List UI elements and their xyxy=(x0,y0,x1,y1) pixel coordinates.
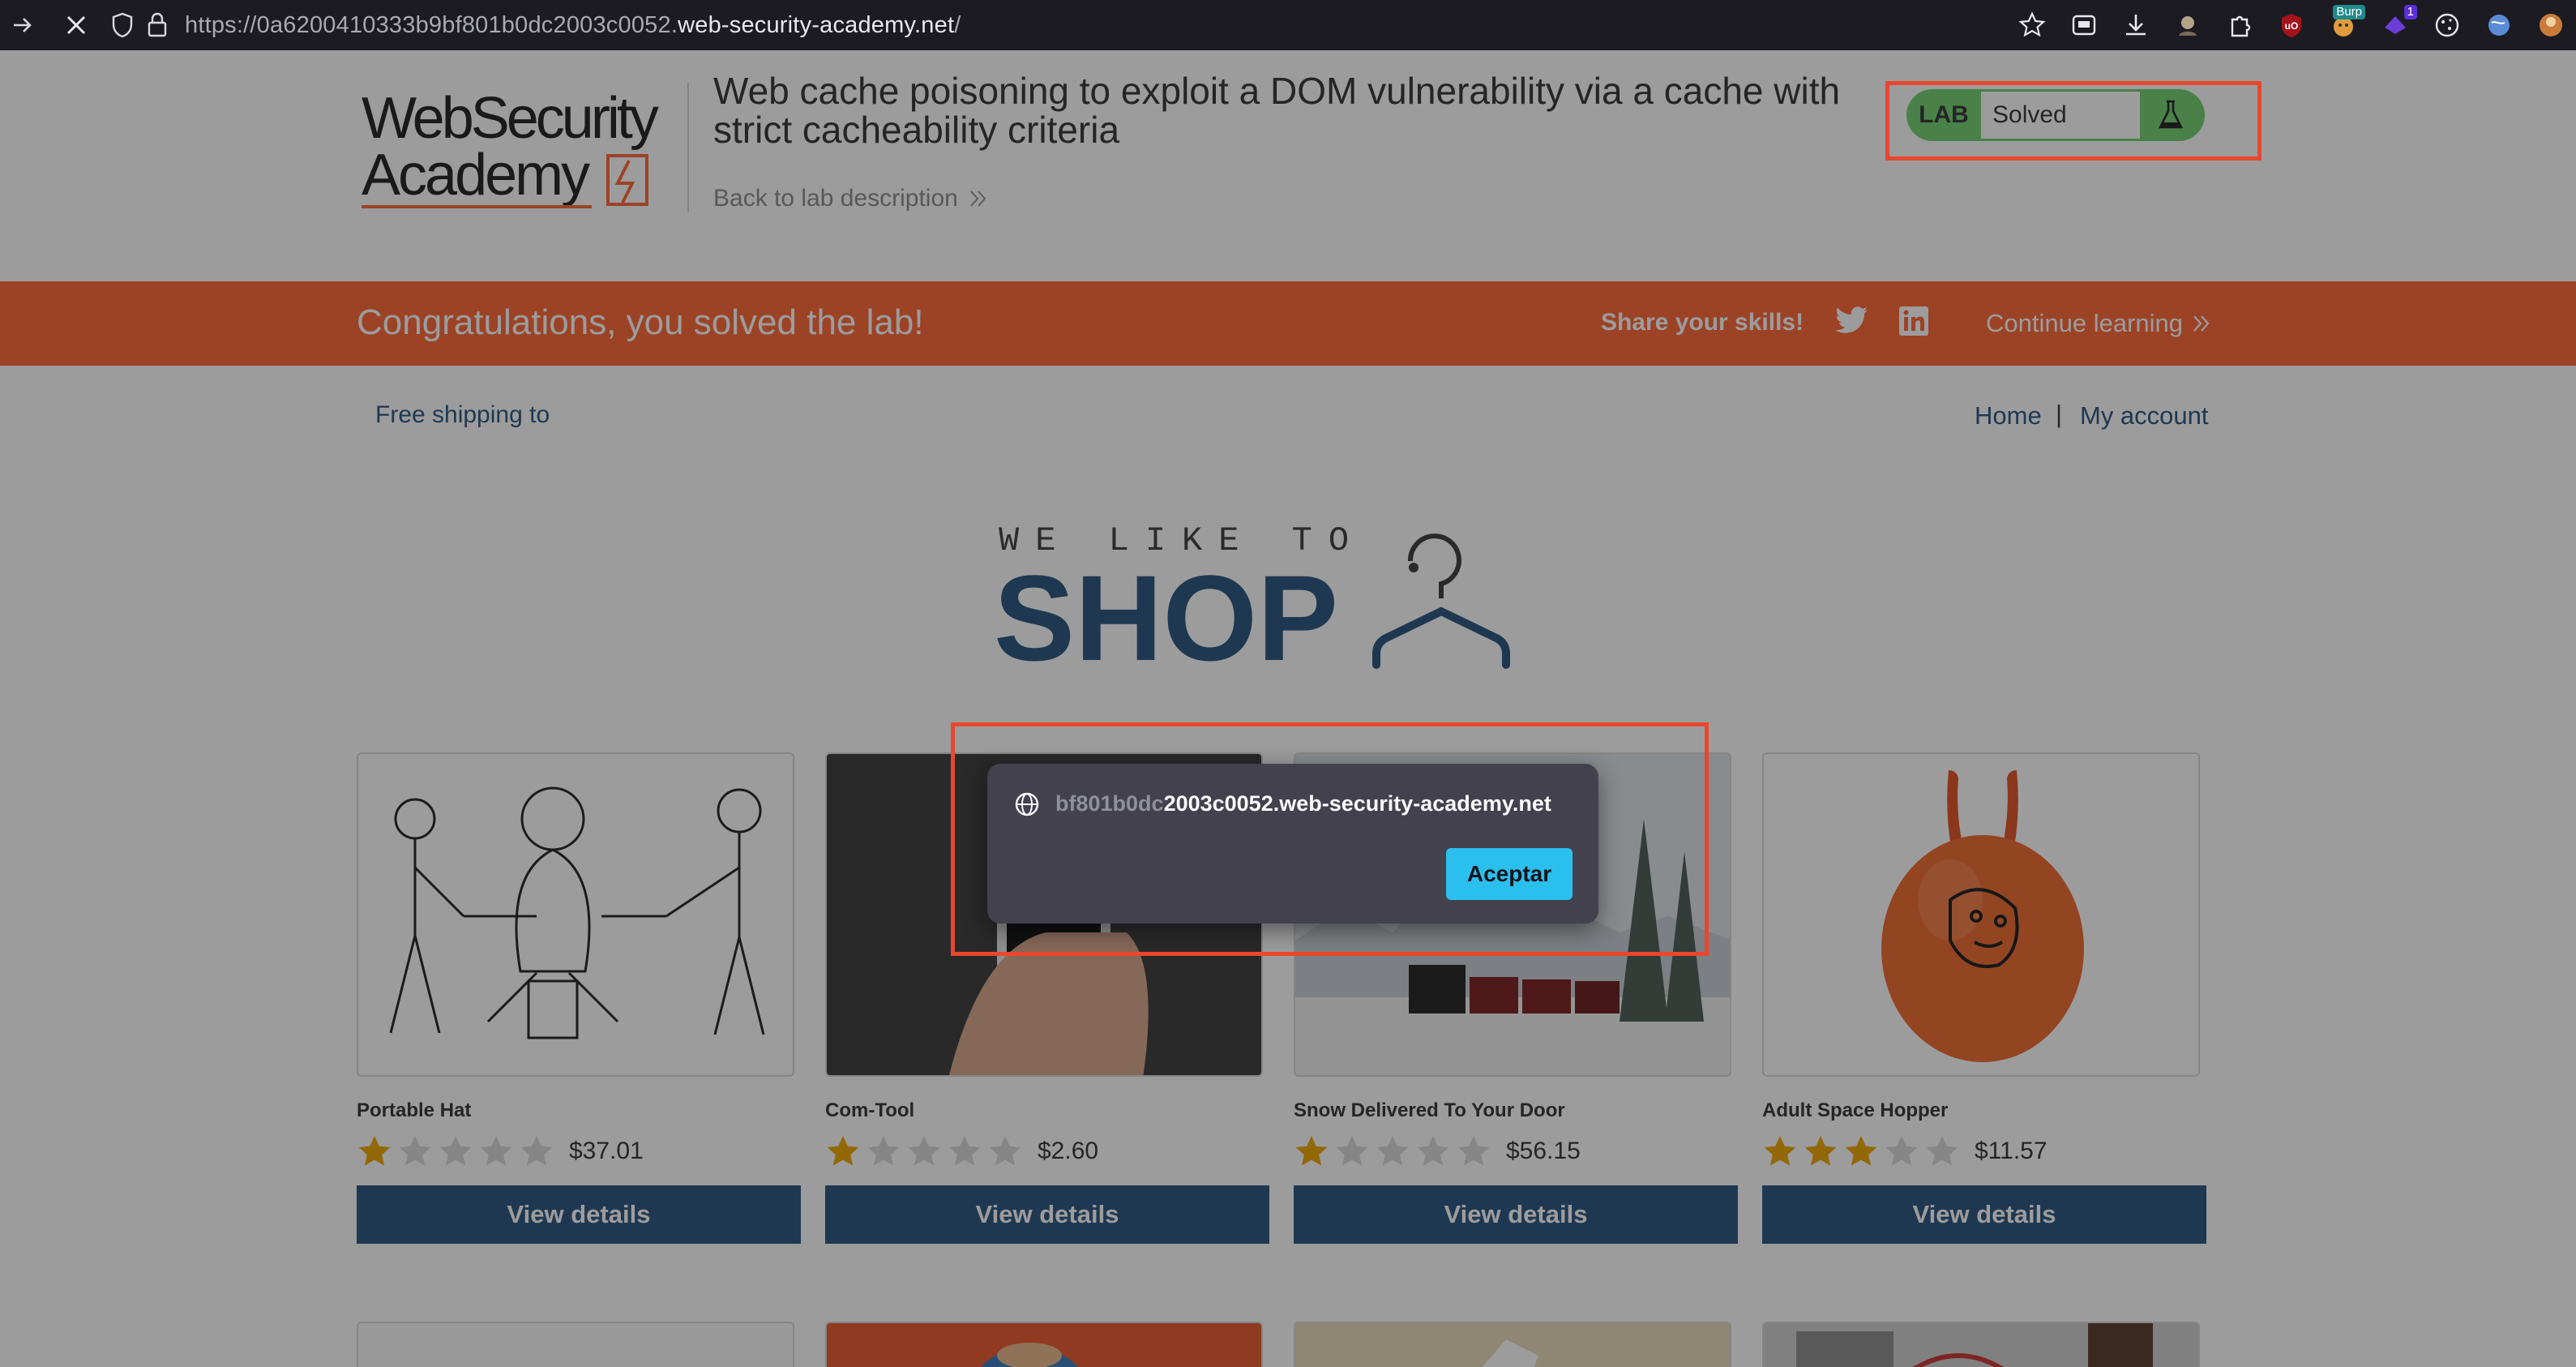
download-icon[interactable] xyxy=(2119,8,2153,42)
url-prefix: https://0a6200410333b9bf801b0dc2003c0052… xyxy=(185,11,678,38)
bookmark-star-icon[interactable] xyxy=(2015,8,2049,42)
svg-text:uO: uO xyxy=(2285,20,2299,32)
shield-icon[interactable] xyxy=(110,11,135,39)
purple-ext-icon[interactable]: 1 xyxy=(2378,5,2417,42)
highlight-box-lab-status xyxy=(1885,81,2261,161)
url-suffix: / xyxy=(954,11,961,38)
profile-icon[interactable] xyxy=(2534,8,2568,42)
extensions-bar: uO Burp 1 xyxy=(2015,0,2568,50)
purple-badge: 1 xyxy=(2403,5,2417,19)
modal-overlay xyxy=(0,50,2576,1367)
reader-icon[interactable] xyxy=(2067,8,2101,42)
lock-icon[interactable] xyxy=(146,11,169,39)
highlight-box-alert xyxy=(951,722,1709,956)
address-bar[interactable]: https://0a6200410333b9bf801b0dc2003c0052… xyxy=(110,5,2023,45)
burp-ext-icon[interactable]: Burp xyxy=(2326,5,2365,42)
extensions-puzzle-icon[interactable] xyxy=(2223,8,2257,42)
globe-ext-icon[interactable] xyxy=(2482,8,2516,42)
burp-badge: Burp xyxy=(2333,5,2365,19)
stop-loading-icon[interactable] xyxy=(53,0,99,50)
url-domain: web-security-academy.net xyxy=(678,11,955,38)
cookie-icon[interactable] xyxy=(2430,8,2464,42)
browser-toolbar: https://0a6200410333b9bf801b0dc2003c0052… xyxy=(0,0,2576,50)
ublock-icon[interactable]: uO xyxy=(2274,8,2309,42)
avatar-ext-icon[interactable] xyxy=(2171,8,2205,42)
url-text[interactable]: https://0a6200410333b9bf801b0dc2003c0052… xyxy=(185,12,961,39)
forward-icon[interactable] xyxy=(0,0,45,50)
